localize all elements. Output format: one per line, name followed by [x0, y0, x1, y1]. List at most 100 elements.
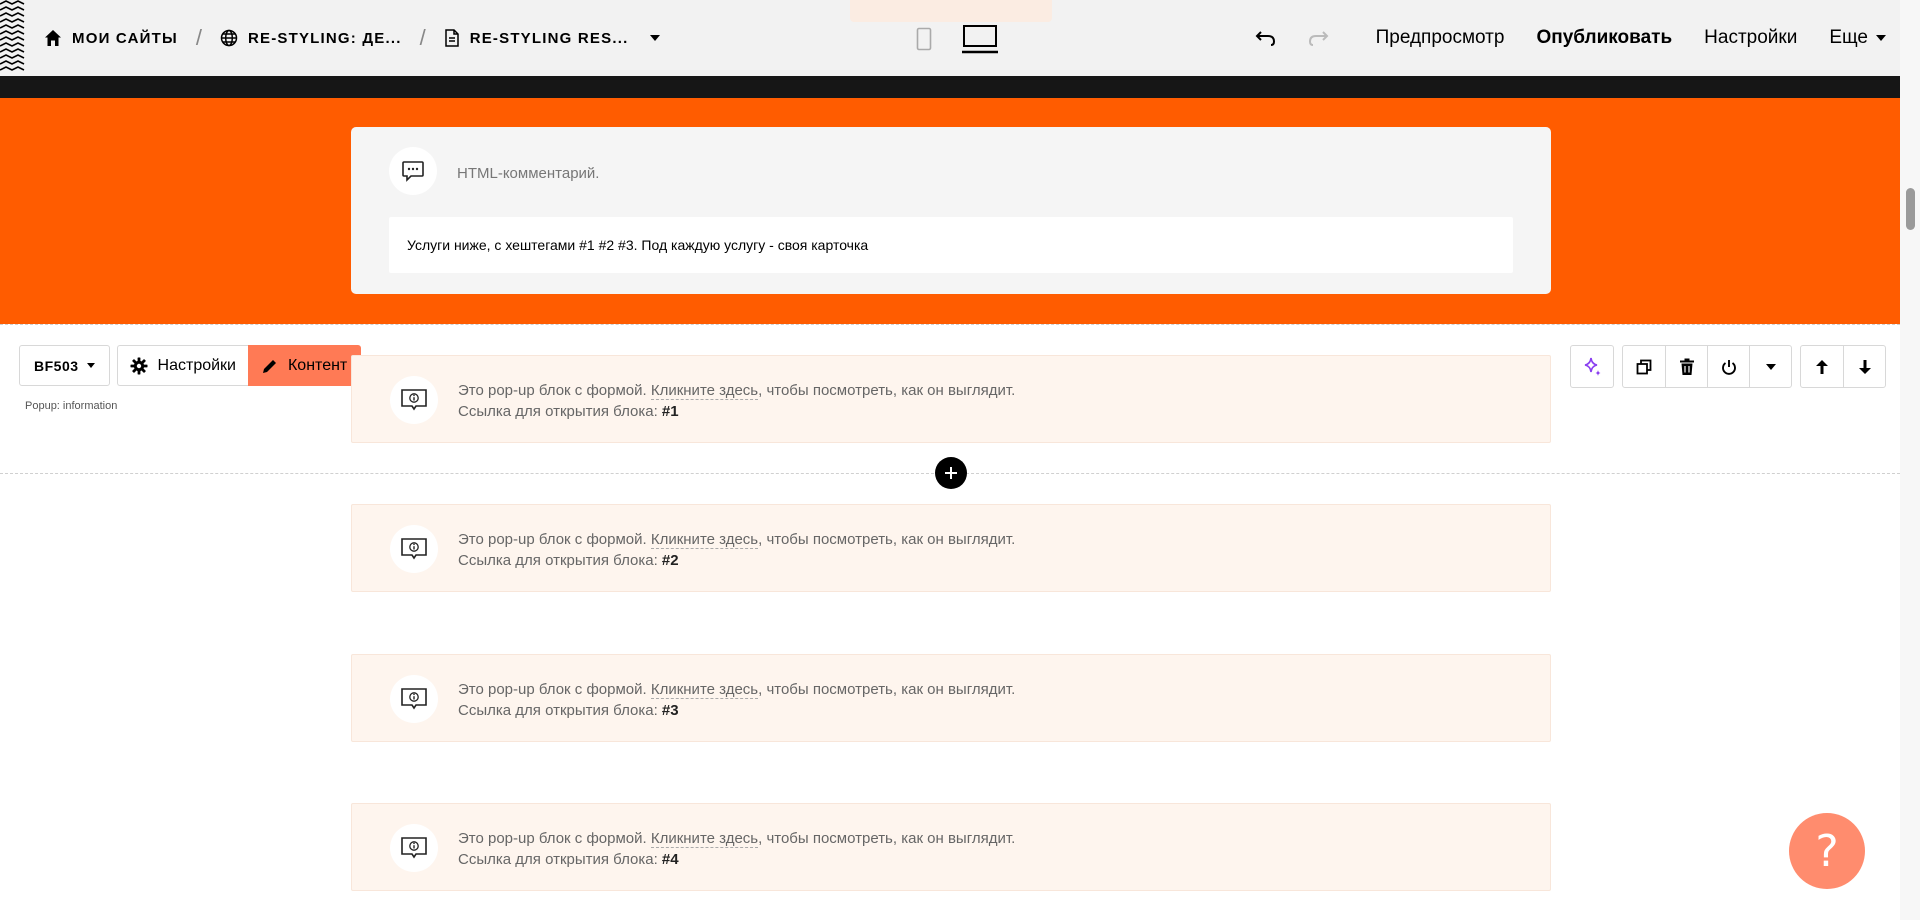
popup-description: Это pop-up блок с формой. Кликните здесь…	[458, 830, 1015, 848]
popup-icon-wrap	[390, 824, 438, 872]
mobile-view-icon[interactable]	[916, 27, 932, 51]
comment-icon	[402, 161, 424, 182]
breadcrumb-my-sites[interactable]: МОИ САЙТЫ	[44, 29, 178, 47]
popup-preview-link[interactable]: Кликните здесь	[650, 830, 759, 848]
popup-description: Это pop-up блок с формой. Кликните здесь…	[458, 531, 1016, 549]
comment-text: Услуги ниже, с хештегами #1 #2 #3. Под к…	[407, 237, 869, 253]
popup-text: , чтобы посмотреть, как он выглядит.	[758, 382, 1016, 399]
popup-block[interactable]: Это pop-up блок с формой. Кликните здесь…	[351, 654, 1551, 742]
popup-block[interactable]: Это pop-up блок с формой. Кликните здесь…	[351, 504, 1551, 592]
desktop-view-icon[interactable]	[962, 24, 998, 54]
chevron-down-icon	[1765, 363, 1776, 370]
block-content-button[interactable]: Контент	[247, 345, 362, 386]
popup-preview-link[interactable]: Кликните здесь	[650, 681, 759, 699]
popup-text: Это pop-up блок с формой.	[458, 830, 651, 847]
preview-link[interactable]: Предпросмотр	[1376, 27, 1505, 49]
popup-block[interactable]: Это pop-up блок с формой. Кликните здесь…	[351, 803, 1551, 891]
popup-text: , чтобы посмотреть, как он выглядит.	[758, 531, 1016, 548]
redo-button[interactable]	[1292, 18, 1344, 58]
popup-hook-value: #3	[661, 702, 679, 719]
popup-block[interactable]: Это pop-up блок с формой. Кликните здесь…	[351, 355, 1551, 443]
block-settings-button[interactable]: Настройки	[116, 345, 248, 386]
popup-hook-value: #1	[661, 403, 679, 420]
block-code-button[interactable]: BF503	[19, 345, 110, 386]
popup-hook: Ссылка для открытия блока: #4	[458, 851, 679, 868]
sparkle-icon	[1584, 357, 1601, 376]
popup-description: Это pop-up блок с формой. Кликните здесь…	[458, 382, 1016, 400]
popup-text: Это pop-up блок с формой.	[458, 382, 651, 399]
scrollbar-thumb[interactable]	[1906, 188, 1915, 230]
html-comment-block[interactable]: HTML-комментарий. Услуги ниже, с хештега…	[351, 127, 1551, 294]
settings-link[interactable]: Настройки	[1704, 27, 1797, 49]
undo-button[interactable]	[1240, 18, 1292, 58]
chevron-down-icon	[86, 363, 95, 368]
popup-text: Это pop-up блок с формой.	[458, 681, 651, 698]
top-bar: МОИ САЙТЫ / RE-STYLING: ДЕ... / RE-STYLI…	[0, 0, 1900, 76]
delete-button[interactable]	[1665, 346, 1707, 387]
block-buttons: Настройки Контент	[116, 345, 362, 386]
popup-preview-link[interactable]: Кликните здесь	[650, 382, 759, 400]
black-strip	[0, 76, 1900, 98]
top-highlight-chip	[850, 0, 1052, 22]
comment-icon-wrap	[389, 147, 437, 195]
publish-link[interactable]: Опубликовать	[1536, 27, 1672, 49]
block-settings-label: Настройки	[157, 356, 236, 374]
breadcrumb-page[interactable]: RE-STYLING RES...	[444, 29, 661, 47]
more-menu[interactable]: Еще	[1829, 27, 1886, 49]
help-button[interactable]: ?	[1789, 813, 1865, 889]
device-switcher	[916, 24, 998, 54]
home-icon	[45, 30, 61, 46]
gear-icon	[130, 357, 148, 374]
undo-icon	[1255, 31, 1275, 46]
block-more-button[interactable]	[1749, 346, 1791, 387]
block-actions	[1570, 345, 1886, 388]
popup-text: Это pop-up блок с формой.	[458, 531, 651, 548]
breadcrumb-label: RE-STYLING RES...	[469, 29, 629, 47]
add-block-button[interactable]	[935, 457, 967, 489]
move-group	[1800, 345, 1886, 388]
popup-hook-value: #2	[661, 552, 679, 569]
duplicate-button[interactable]	[1623, 346, 1665, 387]
popup-hook-label: Ссылка для открытия блока:	[458, 552, 662, 569]
comment-text-box: Услуги ниже, с хештегами #1 #2 #3. Под к…	[389, 217, 1513, 273]
move-down-button[interactable]	[1843, 346, 1885, 387]
breadcrumb-separator: /	[419, 25, 426, 50]
info-message-icon	[401, 688, 427, 710]
popup-hook: Ссылка для открытия блока: #2	[458, 552, 679, 569]
breadcrumb: МОИ САЙТЫ / RE-STYLING: ДЕ... / RE-STYLI…	[44, 0, 661, 76]
popup-hook-label: Ссылка для открытия блока:	[458, 702, 662, 719]
plus-icon	[945, 467, 957, 479]
arrow-down-icon	[1858, 359, 1871, 374]
scrollbar-track[interactable]	[1900, 0, 1920, 920]
popup-preview-link[interactable]: Кликните здесь	[650, 531, 759, 549]
breadcrumb-label: МОИ САЙТЫ	[72, 29, 178, 47]
ai-group	[1570, 345, 1614, 388]
editor-app: МОИ САЙТЫ / RE-STYLING: ДЕ... / RE-STYLI…	[0, 0, 1920, 920]
toggle-visibility-button[interactable]	[1707, 346, 1749, 387]
popup-hook-value: #4	[661, 851, 679, 868]
info-message-icon	[401, 389, 427, 411]
move-up-button[interactable]	[1801, 346, 1843, 387]
popup-text: , чтобы посмотреть, как он выглядит.	[758, 681, 1016, 698]
ai-assist-button[interactable]	[1571, 346, 1613, 387]
popup-icon-wrap	[390, 525, 438, 573]
breadcrumb-separator: /	[195, 25, 202, 50]
info-message-icon	[401, 538, 427, 560]
copy-icon	[1636, 359, 1652, 374]
popup-hook-label: Ссылка для открытия блока:	[458, 851, 662, 868]
block-controls: BF503 Настройки Контент	[19, 345, 362, 386]
popup-hook-label: Ссылка для открытия блока:	[458, 403, 662, 420]
logo-zigzag-icon[interactable]	[0, 0, 26, 76]
breadcrumb-label: RE-STYLING: ДЕ...	[247, 29, 402, 47]
power-icon	[1721, 359, 1736, 375]
globe-icon	[220, 29, 238, 47]
breadcrumb-site[interactable]: RE-STYLING: ДЕ...	[220, 29, 402, 47]
popup-icon-wrap	[390, 675, 438, 723]
question-icon: ?	[1815, 825, 1839, 877]
arrow-up-icon	[1816, 359, 1828, 374]
block-content-label: Контент	[287, 356, 348, 374]
chevron-down-icon[interactable]	[650, 35, 661, 41]
block-caption: Popup: information	[25, 400, 118, 412]
comment-label: HTML-комментарий.	[457, 165, 600, 182]
page-icon	[444, 29, 459, 47]
